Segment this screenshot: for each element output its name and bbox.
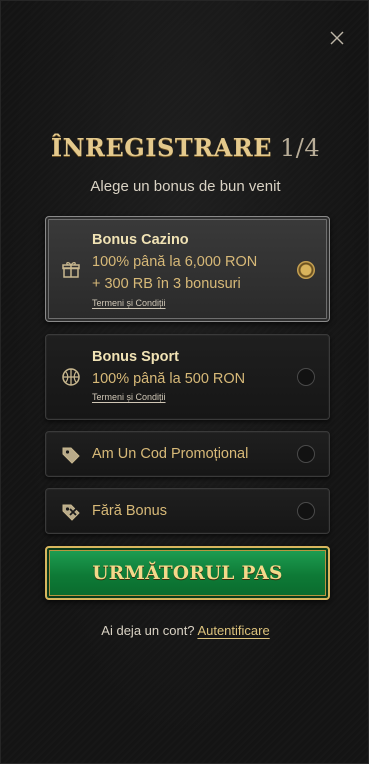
radio-selected[interactable] bbox=[297, 261, 315, 279]
registration-modal: ÎNREGISTRARE 1/4 Alege un bonus de bun ve… bbox=[0, 0, 369, 764]
step-indicator: 1/4 bbox=[280, 134, 321, 162]
option-sport-bonus[interactable]: Bonus Sport 100% până la 500 RON Termeni… bbox=[45, 334, 330, 420]
terms-link[interactable]: Termeni și Condiții bbox=[92, 392, 166, 402]
radio-unselected[interactable] bbox=[297, 368, 315, 386]
terms-link[interactable]: Termeni și Condiții bbox=[92, 298, 166, 308]
close-icon bbox=[330, 31, 344, 45]
option-desc-line2: + 300 RB în 3 bonusuri bbox=[92, 276, 241, 292]
login-link[interactable]: Autentificare bbox=[197, 623, 269, 638]
no-tag-icon bbox=[60, 501, 82, 523]
next-step-button[interactable]: URMĂTORUL PAS bbox=[45, 546, 330, 600]
page-title: ÎNREGISTRARE 1/4 bbox=[1, 133, 369, 162]
option-label: Fără Bonus bbox=[92, 503, 167, 519]
login-prompt: Ai deja un cont? Autentificare bbox=[1, 623, 369, 638]
option-desc-line1: 100% până la 6,000 RON bbox=[92, 254, 258, 270]
option-desc-line1: 100% până la 500 RON bbox=[92, 371, 246, 387]
radio-unselected[interactable] bbox=[297, 502, 315, 520]
tag-icon bbox=[60, 444, 82, 466]
option-promo-code[interactable]: Am Un Cod Promoțional bbox=[45, 431, 330, 477]
subtitle: Alege un bonus de bun venit bbox=[90, 178, 281, 195]
option-title: Bonus Cazino bbox=[92, 232, 189, 248]
option-label: Am Un Cod Promoțional bbox=[92, 446, 249, 462]
close-button[interactable] bbox=[328, 29, 346, 47]
radio-unselected[interactable] bbox=[297, 445, 315, 463]
option-casino-bonus[interactable]: Bonus Cazino 100% până la 6,000 RON + 30… bbox=[45, 216, 330, 322]
title-text: ÎNREGISTRARE bbox=[50, 133, 272, 162]
gift-icon bbox=[60, 259, 82, 281]
login-question: Ai deja un cont? bbox=[101, 623, 195, 638]
option-no-bonus[interactable]: Fără Bonus bbox=[45, 488, 330, 534]
basketball-icon bbox=[60, 366, 82, 388]
option-title: Bonus Sport bbox=[92, 349, 179, 365]
